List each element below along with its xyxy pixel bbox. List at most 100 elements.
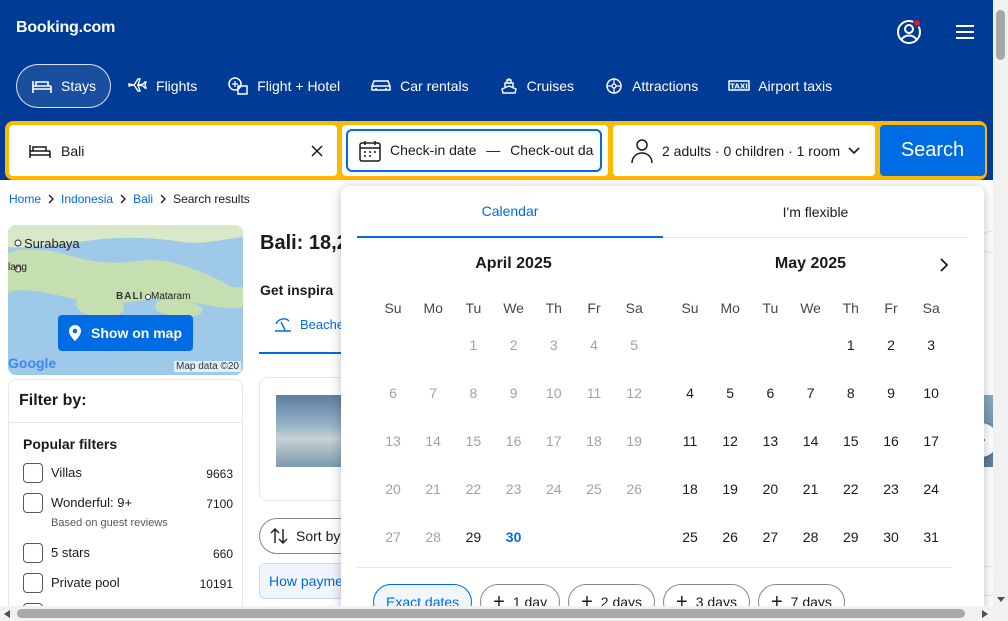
- vertical-scroll-thumb[interactable]: [996, 10, 1005, 60]
- calendar-day[interactable]: 12: [710, 417, 750, 465]
- calendar-day[interactable]: 17: [911, 417, 951, 465]
- calendar-day[interactable]: 11: [670, 417, 710, 465]
- horizontal-scroll-thumb[interactable]: [17, 609, 965, 618]
- calendar-day[interactable]: 29: [831, 513, 871, 561]
- calendar-day[interactable]: 21: [791, 465, 831, 513]
- filter-checkbox[interactable]: [23, 573, 43, 593]
- show-on-map-button[interactable]: Show on map: [58, 315, 193, 351]
- filter-checkbox[interactable]: [23, 493, 43, 513]
- calendar-day: 27: [385, 529, 401, 545]
- inspiration-card[interactable]: [259, 377, 349, 501]
- tab-underline: [259, 352, 349, 354]
- tab-beaches[interactable]: Beache: [274, 316, 344, 332]
- checkin-label: Check-in date: [390, 142, 477, 158]
- chevron-right-icon: [120, 194, 126, 204]
- weekday-header: Sa: [625, 300, 643, 316]
- nav-airport-taxis[interactable]: TAXI Airport taxis: [713, 64, 847, 108]
- hamburger-menu-icon[interactable]: [953, 23, 977, 41]
- breadcrumb-home[interactable]: Home: [9, 192, 41, 206]
- guests-field[interactable]: 2 adults · 0 children · 1 room: [613, 125, 875, 176]
- scroll-right-arrow-icon[interactable]: [982, 610, 988, 618]
- calendar-day[interactable]: 30: [871, 513, 911, 561]
- calendar-day: 18: [586, 433, 602, 449]
- calendar-day: 26: [626, 481, 642, 497]
- calendar-day[interactable]: 26: [710, 513, 750, 561]
- tab-flexible[interactable]: I'm flexible: [663, 186, 968, 238]
- weekday-header: Mo: [423, 300, 443, 316]
- filter-checkbox[interactable]: [23, 463, 43, 483]
- map-label-mataram: Mataram: [151, 291, 191, 302]
- calendar-day[interactable]: 7: [791, 369, 831, 417]
- calendar-day[interactable]: 8: [831, 369, 871, 417]
- calendar-day: 6: [389, 385, 397, 401]
- calendar-day[interactable]: 31: [911, 513, 951, 561]
- nav-attractions[interactable]: Attractions: [589, 64, 713, 108]
- map-label-surabaya: Surabaya: [24, 236, 80, 251]
- breadcrumb-indonesia[interactable]: Indonesia: [61, 192, 113, 206]
- calendar-icon: [359, 141, 381, 162]
- booking-logo[interactable]: Booking.com: [16, 19, 115, 37]
- calendar-day[interactable]: 4: [670, 369, 710, 417]
- clear-destination-icon[interactable]: [311, 145, 323, 157]
- horizontal-scrollbar[interactable]: [0, 606, 993, 621]
- calendar-day[interactable]: 18: [670, 465, 710, 513]
- calendar-day[interactable]: 22: [831, 465, 871, 513]
- calendar-day[interactable]: 9: [871, 369, 911, 417]
- scroll-left-arrow-icon[interactable]: [4, 610, 10, 618]
- calendar-day[interactable]: 27: [750, 513, 790, 561]
- person-icon: [631, 139, 653, 164]
- calendar-day[interactable]: 14: [791, 417, 831, 465]
- calendar-day[interactable]: 20: [750, 465, 790, 513]
- calendar-day[interactable]: 16: [871, 417, 911, 465]
- map-preview[interactable]: Surabaya lang BALI Mataram Google Map da…: [8, 225, 243, 375]
- search-button[interactable]: Search: [880, 125, 985, 176]
- ship-icon: [500, 78, 517, 94]
- calendar-day[interactable]: 5: [710, 369, 750, 417]
- next-month-button[interactable]: [932, 254, 954, 276]
- payment-info-label: How payme: [269, 573, 343, 589]
- filter-count: 10191: [199, 577, 233, 591]
- calendar-day[interactable]: 13: [750, 417, 790, 465]
- calendar-day: 23: [505, 481, 522, 497]
- dates-field[interactable]: Check-in date — Check-out da: [342, 125, 608, 176]
- calendar-day[interactable]: 15: [831, 417, 871, 465]
- guests-value: 2 adults · 0 children · 1 room: [662, 143, 841, 159]
- calendar-day: 25: [586, 481, 602, 497]
- nav-cruises[interactable]: Cruises: [484, 64, 589, 108]
- filter-title: Filter by:: [19, 392, 87, 409]
- calendar-day: 17: [546, 433, 562, 449]
- weekday-header: Fr: [587, 300, 601, 316]
- filter-count: 7100: [206, 497, 233, 511]
- weekday-header: Sa: [922, 300, 940, 316]
- filter-divider: [9, 422, 242, 423]
- account-icon[interactable]: [895, 18, 923, 46]
- nav-flight-hotel[interactable]: Flight + Hotel: [212, 64, 355, 108]
- calendar-day[interactable]: 30: [494, 513, 534, 561]
- nav-car-rentals[interactable]: Car rentals: [355, 64, 483, 108]
- calendar-day[interactable]: 3: [911, 321, 951, 369]
- calendar-day[interactable]: 19: [710, 465, 750, 513]
- tab-calendar[interactable]: Calendar: [357, 186, 663, 238]
- calendar-day[interactable]: 28: [791, 513, 831, 561]
- calendar-day: 15: [465, 433, 482, 449]
- calendar-day[interactable]: 10: [911, 369, 951, 417]
- nav-stays[interactable]: Stays: [16, 64, 112, 108]
- calendar-day[interactable]: 1: [831, 321, 871, 369]
- filter-checkbox[interactable]: [23, 543, 43, 563]
- calendar-day[interactable]: 25: [670, 513, 710, 561]
- calendar-day[interactable]: 24: [911, 465, 951, 513]
- month-title: May 2025: [774, 255, 847, 272]
- destination-field[interactable]: Bali: [9, 125, 337, 176]
- bed-icon: [29, 145, 51, 158]
- calendar-day[interactable]: 23: [871, 465, 911, 513]
- date-picker-popup: Calendar I'm flexible April 2025 Su Mo Tu W…: [341, 186, 984, 621]
- scroll-down-arrow-icon[interactable]: [997, 597, 1005, 603]
- calendar-day[interactable]: 6: [750, 369, 790, 417]
- nav-flights[interactable]: Flights: [111, 64, 212, 108]
- vertical-scrollbar[interactable]: [993, 0, 1008, 621]
- calendar-day: 9: [509, 385, 518, 401]
- breadcrumb-bali[interactable]: Bali: [133, 192, 153, 206]
- calendar-day[interactable]: 29: [453, 513, 493, 561]
- calendar-day[interactable]: 2: [871, 321, 911, 369]
- filter-panel: Filter by: Popular filters Villas 9663 W…: [8, 379, 243, 621]
